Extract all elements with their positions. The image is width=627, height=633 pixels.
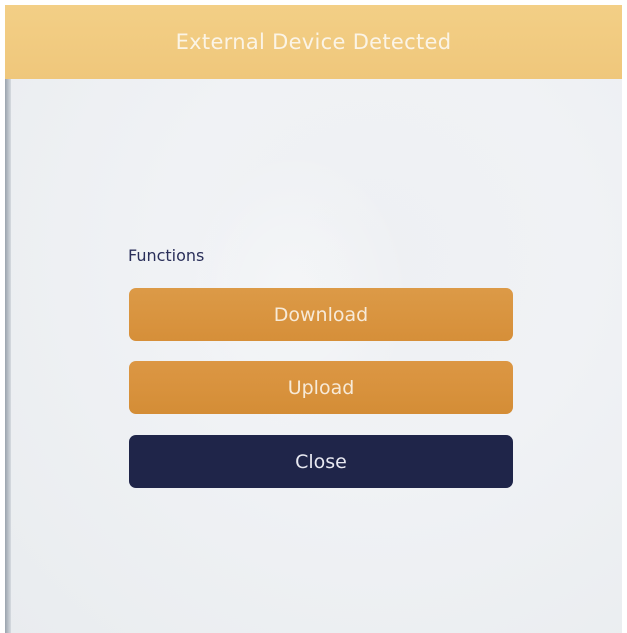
download-button[interactable]: Download <box>129 288 513 341</box>
upload-button[interactable]: Upload <box>129 361 513 414</box>
functions-label: Functions <box>128 246 205 265</box>
device-screen: External Device Detected Functions Downl… <box>5 5 622 633</box>
dialog-title: External Device Detected <box>175 30 452 54</box>
dialog-title-bar: External Device Detected <box>5 5 622 79</box>
upload-button-label: Upload <box>287 376 355 399</box>
close-button[interactable]: Close <box>129 435 513 488</box>
close-button-label: Close <box>295 450 347 473</box>
download-button-label: Download <box>273 303 369 326</box>
